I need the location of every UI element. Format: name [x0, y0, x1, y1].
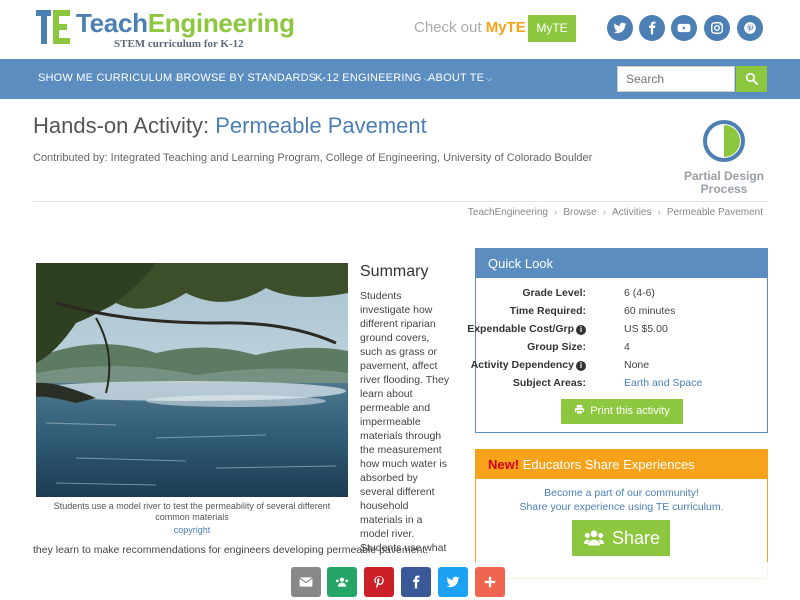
share-button[interactable]: Share	[572, 520, 670, 556]
page-title: Hands-on Activity: Permeable Pavement	[33, 113, 427, 138]
checkout-myte-text: Check out MyTE	[414, 19, 526, 36]
myte-button[interactable]: MyTE	[528, 15, 576, 42]
facebook-icon	[413, 575, 420, 589]
quick-look-row: Activity Dependency i None	[470, 359, 650, 371]
users-icon	[584, 530, 604, 546]
search-input[interactable]	[617, 66, 735, 92]
pinterest-icon	[374, 576, 384, 589]
email-icon	[299, 577, 313, 587]
quick-look-row: Time Required: 60 minutes	[509, 305, 676, 317]
share-invite-text[interactable]: Become a part of our community! Share yo…	[476, 486, 767, 514]
quick-look-row: Expendable Cost/Grp i US $5.00	[467, 323, 668, 335]
twitter-icon[interactable]	[607, 15, 633, 41]
breadcrumb-teachengineering[interactable]: TeachEngineering	[468, 207, 548, 218]
summary-text-continued: they learn to make recommendations for e…	[33, 544, 429, 556]
google-classroom-share-button[interactable]	[327, 567, 357, 597]
search-button[interactable]	[736, 66, 767, 92]
info-icon[interactable]: i	[576, 361, 586, 371]
nav-browse-by-standards[interactable]: BROWSE BY STANDARDS ⌵	[176, 72, 325, 84]
partial-design-process-label[interactable]: Partial Design Process	[672, 170, 776, 196]
twitter-share-button[interactable]	[438, 567, 468, 597]
quick-look-row: Subject Areas: Earth and Space	[512, 377, 703, 389]
facebook-icon[interactable]	[639, 15, 665, 41]
summary-heading: Summary	[360, 263, 429, 280]
nav-show-me-curriculum[interactable]: SHOW ME CURRICULUM ⌵	[38, 72, 181, 84]
info-icon[interactable]: i	[576, 325, 586, 335]
breadcrumb-browse[interactable]: Browse	[563, 207, 596, 218]
photo-caption: Students use a model river to test the p…	[53, 501, 331, 522]
instagram-icon[interactable]	[704, 15, 730, 41]
nav-about-te[interactable]: ABOUT TE ⌵	[428, 72, 492, 84]
quick-look-panel: Quick Look Grade Level: 6 (4-6) Time Req…	[467, 248, 768, 433]
breadcrumb-current: Permeable Pavement	[666, 207, 763, 218]
search-icon	[745, 72, 758, 85]
educators-share-panel: New! Educators Share Experiences Become …	[475, 449, 768, 579]
teachengineering-logo[interactable]: TeachEngineering STEM curriculum for K-1…	[36, 8, 296, 50]
logo-tagline: STEM curriculum for K-12	[114, 38, 244, 50]
summary-text: Students investigate how different ripar…	[360, 290, 450, 554]
google-classroom-icon	[335, 577, 349, 587]
share-heading: New! Educators Share Experiences	[476, 450, 767, 479]
logo-title: TeachEngineering	[76, 8, 295, 38]
copyright-link[interactable]: copyright	[36, 525, 348, 535]
pinterest-share-button[interactable]	[364, 567, 394, 597]
divider	[33, 201, 768, 202]
print-activity-button[interactable]: Print this activity	[561, 399, 683, 424]
more-share-button[interactable]	[475, 567, 505, 597]
email-share-button[interactable]	[291, 567, 321, 597]
activity-photo	[36, 263, 348, 497]
more-plus-icon	[484, 576, 496, 588]
nav-k12-engineering[interactable]: K-12 ENGINEERING ⌵	[315, 72, 430, 84]
contributed-by: Contributed by: Integrated Teaching and …	[33, 152, 593, 164]
subject-area-link[interactable]: Earth and Space	[624, 377, 702, 389]
breadcrumb: TeachEngineering › Browse › Activities › Perme…	[467, 207, 763, 218]
site-header: TeachEngineering STEM curriculum for K-1…	[0, 0, 800, 58]
chevron-down-icon: ⌵	[486, 74, 493, 83]
printer-icon	[575, 404, 585, 415]
pinterest-icon[interactable]	[737, 15, 763, 41]
quick-look-row: Grade Level: 6 (4-6)	[522, 287, 655, 299]
youtube-icon[interactable]	[671, 15, 697, 41]
main-nav: SHOW ME CURRICULUM ⌵ BROWSE BY STANDARDS ⌵…	[0, 59, 800, 99]
quick-look-heading: Quick Look	[476, 249, 767, 278]
facebook-share-button[interactable]	[401, 567, 431, 597]
quick-look-row: Group Size: 4	[527, 341, 630, 353]
floating-share-bar	[0, 562, 800, 600]
te-logo-icon	[36, 10, 70, 44]
partial-design-process-icon[interactable]	[702, 119, 746, 163]
breadcrumb-activities[interactable]: Activities	[612, 207, 651, 218]
twitter-icon	[446, 576, 460, 588]
